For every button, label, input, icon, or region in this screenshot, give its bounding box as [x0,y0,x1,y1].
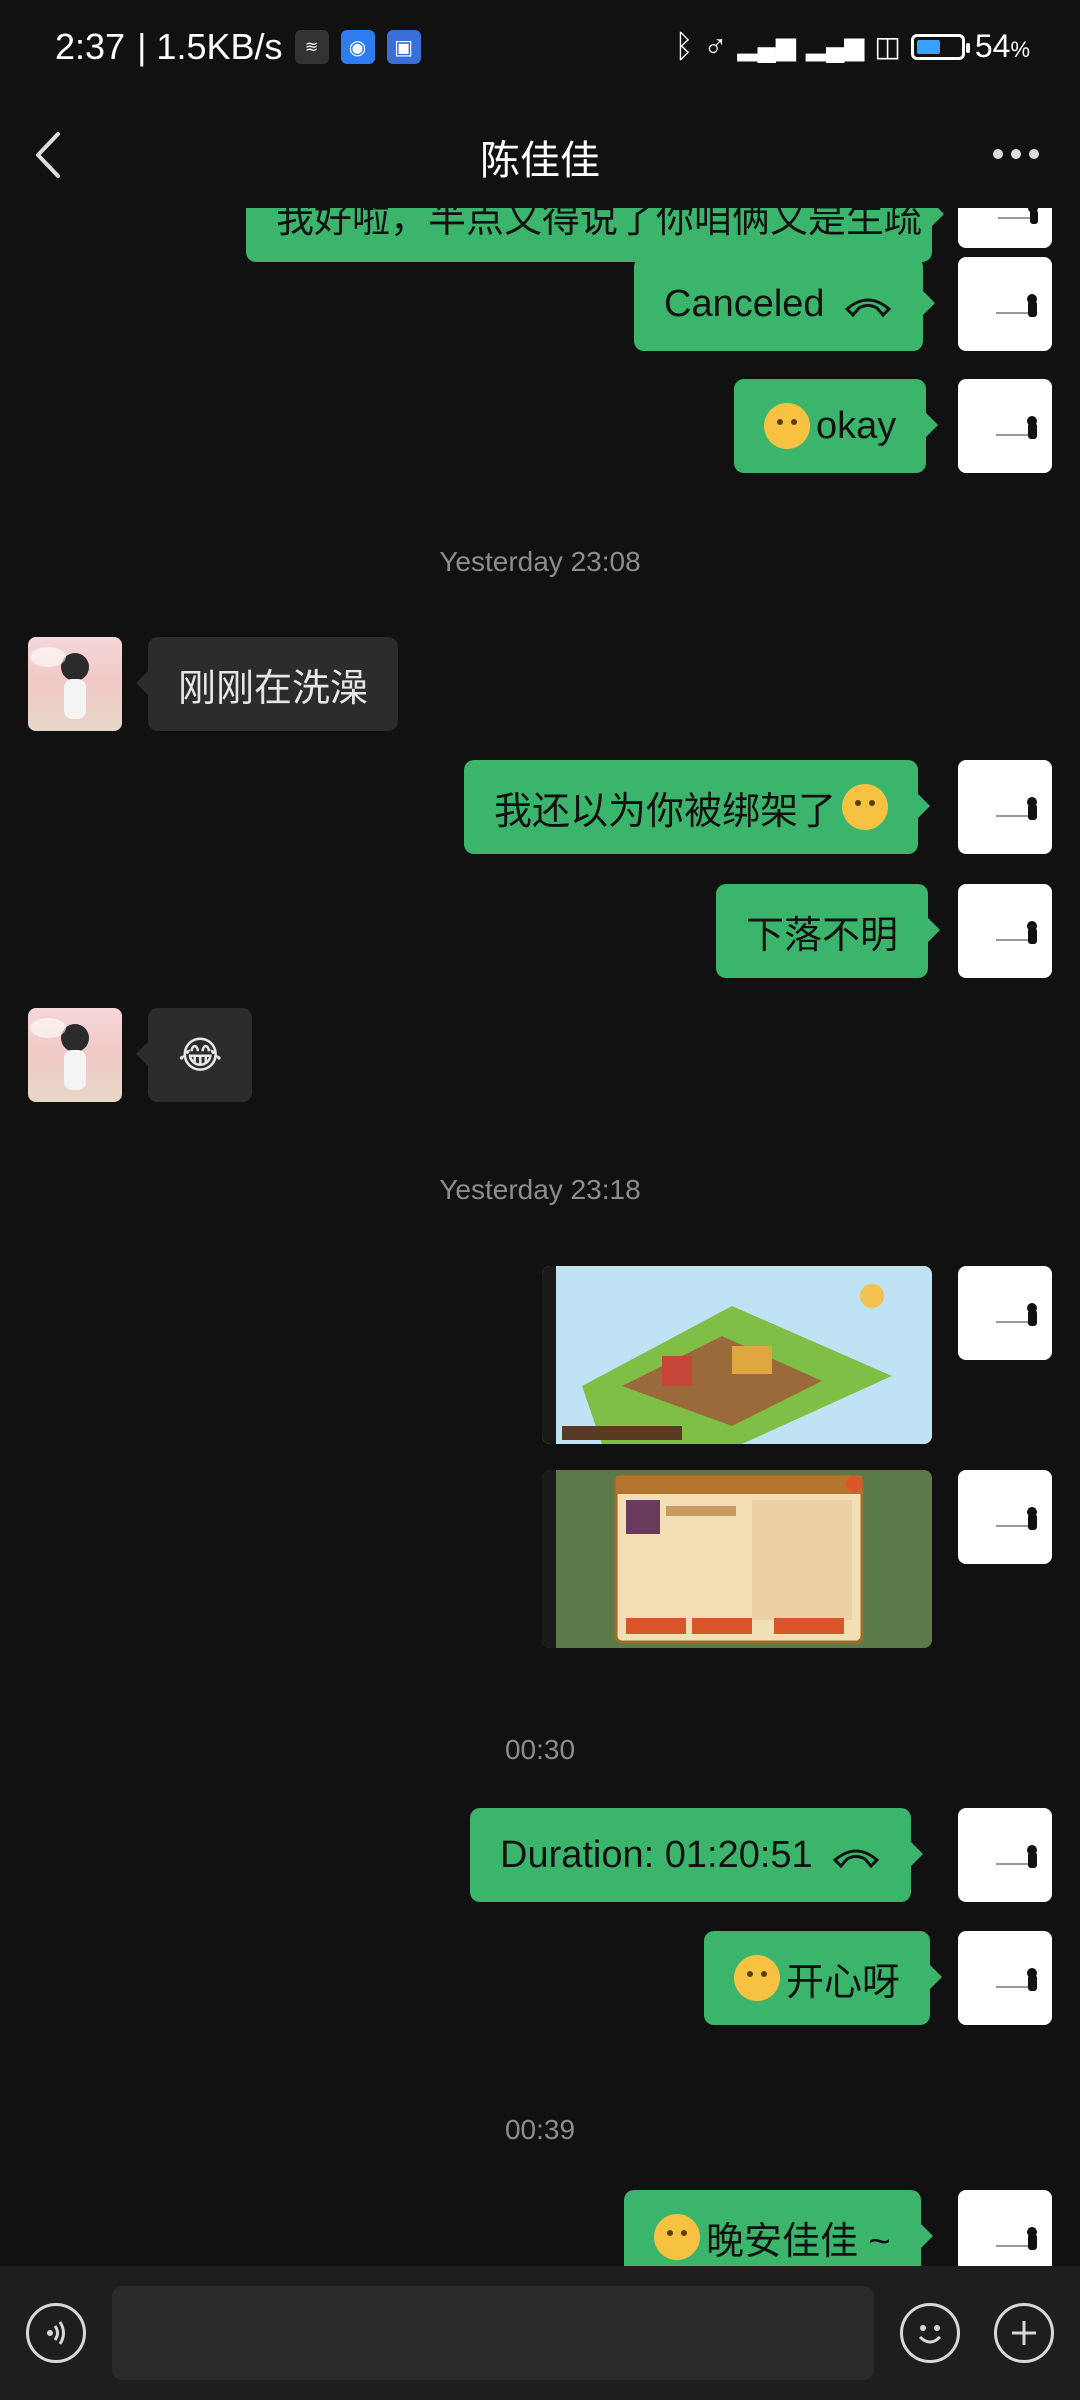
message-input[interactable] [112,2286,874,2380]
my-avatar[interactable] [958,257,1052,351]
message-text: okay [816,404,897,447]
audio-wave-icon: ≋ [294,30,329,64]
cat-avatar-icon [996,1845,1037,1868]
vibrate-icon: ♂ [703,28,728,64]
chat-header: 陈佳佳 [0,104,1080,208]
message-outgoing[interactable]: 开心呀 [704,1931,943,2025]
my-avatar[interactable] [958,760,1052,854]
phone-hangup-icon [844,298,891,318]
battery-unit: % [1010,37,1030,62]
message-text: 开心呀 [786,1961,901,2004]
timestamp: Yesterday 23:18 [439,1174,641,1205]
cat-avatar-icon [996,416,1037,439]
cat-avatar-icon [996,1303,1037,1326]
input-bar [0,2266,1080,2400]
battery-percent: 54 [974,28,1011,64]
cat-avatar-icon [996,294,1037,317]
status-bar: 2:37 | 1.5KB/s ≋ ◉ ▣ ᛒ ♂ ▂▄▆ ▂▄▆ ◫ 54% [0,0,1080,104]
voice-icon [47,2321,65,2345]
emoji-message: 😂 [178,1034,223,1077]
wifi-icon: ◫ [874,31,901,62]
contact-avatar[interactable] [28,637,122,731]
cat-avatar-icon [996,1507,1037,1530]
message-outgoing[interactable]: okay [734,379,939,473]
plus-icon [1012,2321,1036,2345]
my-avatar[interactable] [958,2190,1052,2266]
call-duration-message[interactable]: Duration: 01:20:51 [470,1808,923,1902]
my-avatar[interactable] [958,1931,1052,2025]
chat-title: 陈佳佳 [480,139,600,183]
signal-2-icon: ▂▄▆ [805,31,865,61]
message-incoming[interactable]: 😂 [135,1008,253,1102]
girl-avatar-icon [30,1018,89,1090]
my-avatar[interactable] [958,1808,1052,1902]
game-screenshot-image [542,1470,932,1648]
message-outgoing[interactable]: 我还以为你被绑架了 [464,760,931,854]
signal-1-icon: ▂▄▆ [737,31,796,61]
battery-fill [916,39,940,54]
message-outgoing[interactable]: 我好啦，半点又得说了你咱俩又是生疏 [246,208,944,262]
message-outgoing[interactable]: 晚安佳佳 ~ [624,2190,933,2266]
phone-hangup-icon [832,1849,879,1869]
message-text: 下落不明 [746,914,899,957]
cat-avatar-icon [996,2227,1037,2250]
message-outgoing[interactable]: 下落不明 [716,884,941,978]
more-dots-icon [993,149,1039,159]
message-text: Canceled [664,282,825,325]
my-avatar[interactable] [958,379,1052,473]
message-text: 刚刚在洗澡 [178,667,369,710]
timestamp: 00:39 [504,2114,576,2145]
cat-avatar-icon [996,797,1037,820]
cat-avatar-icon [998,208,1038,224]
crying-emoji-icon [842,784,889,830]
message-incoming[interactable]: 刚刚在洗澡 [135,637,399,731]
message-text: 晚安佳佳 ~ [706,2220,891,2263]
contact-avatar[interactable] [28,1008,122,1102]
image-message[interactable] [542,1266,932,1444]
image-message[interactable] [542,1470,932,1648]
girl-avatar-icon [30,647,89,719]
battery-icon [910,33,970,60]
timestamp: Yesterday 23:08 [439,546,641,577]
add-button[interactable] [994,2303,1054,2363]
search-app-icon: ◉ [340,30,375,64]
my-avatar[interactable] [958,208,1052,248]
message-text: 我还以为你被绑架了 [494,790,837,833]
cat-avatar-icon [996,1968,1037,1991]
voice-button[interactable] [26,2303,86,2363]
timestamp: 00:30 [504,1734,576,1765]
cat-avatar-icon [996,921,1037,944]
my-avatar[interactable] [958,1266,1052,1360]
message-text: 我好啦，半点又得说了你咱俩又是生疏 [276,208,923,241]
laughing-emoji-icon [764,403,810,449]
app-cat-icon: ▣ [386,30,421,64]
network-speed: | 1.5KB/s [137,26,283,67]
bluetooth-icon: ᛒ [674,28,694,64]
message-text: Duration: 01:20:51 [500,1833,813,1876]
more-button[interactable] [986,134,1046,174]
my-avatar[interactable] [958,884,1052,978]
status-time: 2:37 [55,26,126,67]
emoji-icon [918,2325,942,2344]
call-canceled-message[interactable]: Canceled [634,257,935,351]
chat-history[interactable]: 我好啦，半点又得说了你咱俩又是生疏 Canceled okay Yesterda… [0,208,1080,2266]
emoji-button[interactable] [900,2303,960,2363]
smiling-emoji-icon [734,1955,780,2001]
game-screenshot-image [542,1266,932,1444]
smiling-emoji-icon [654,2214,700,2260]
my-avatar[interactable] [958,1470,1052,1564]
